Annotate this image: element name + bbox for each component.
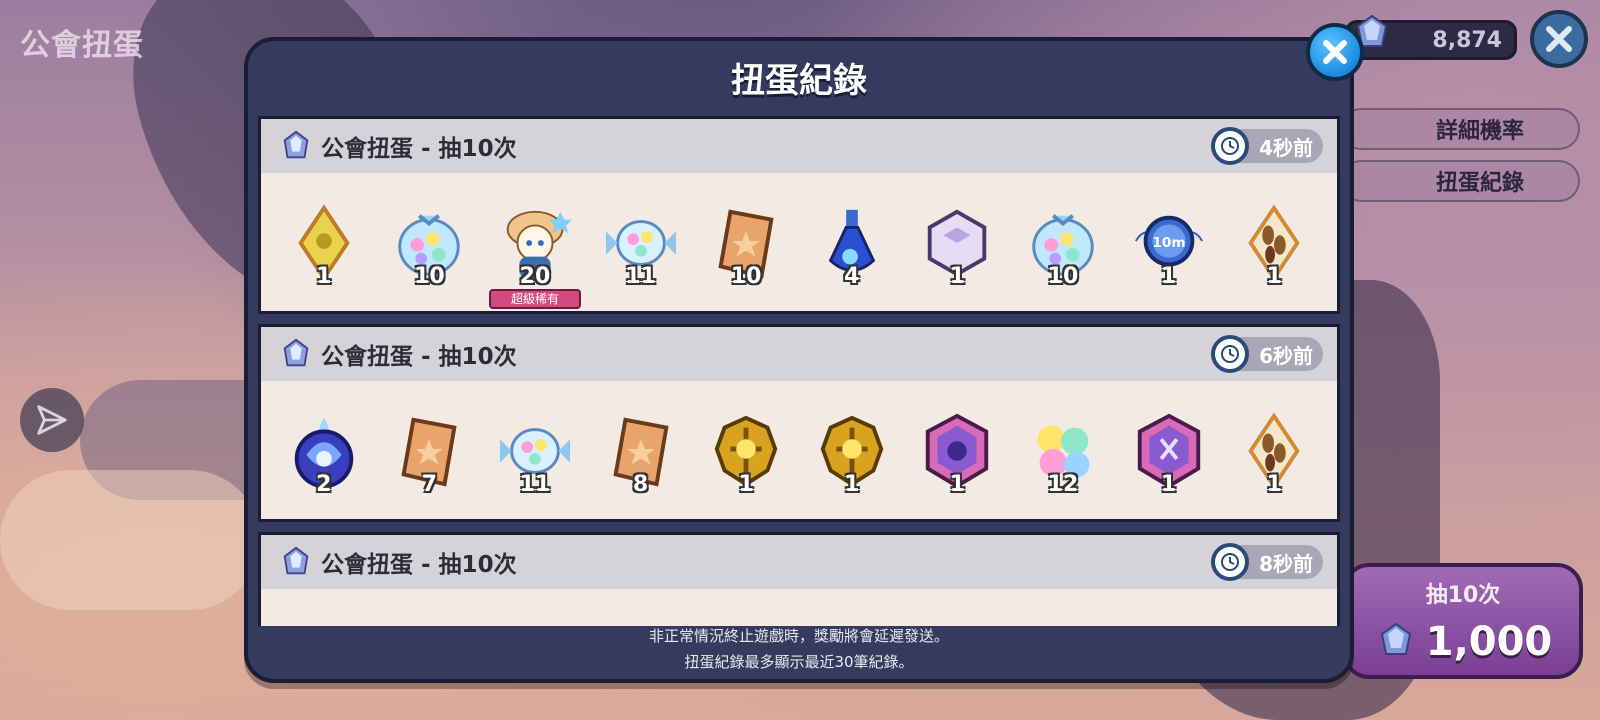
item-qty: 7: [421, 472, 438, 497]
item-qty: 2: [316, 472, 332, 497]
close-icon: [1323, 40, 1347, 64]
record-title: 公會扭蛋 - 抽10次: [321, 344, 517, 370]
background-cloud: [0, 470, 260, 610]
item-qty: 10: [414, 264, 445, 289]
record-time: 6秒前: [1211, 335, 1323, 373]
reward-item[interactable]: 10: [381, 183, 477, 303]
record-title: 公會扭蛋 - 抽10次: [321, 552, 517, 578]
record-time-text: 6秒前: [1259, 343, 1313, 368]
reward-item[interactable]: 1: [909, 183, 1005, 303]
footer-notice-limit: 扭蛋紀錄最多顯示最近30筆紀錄。: [684, 653, 914, 671]
item-qty: 10: [1047, 264, 1079, 289]
item-qty: 1: [738, 472, 754, 497]
reward-item[interactable]: 4: [804, 183, 900, 303]
item-qty: 11: [625, 264, 656, 289]
draw-10-label: 抽10次: [1425, 583, 1501, 608]
close-modal-button[interactable]: [1306, 23, 1364, 81]
crystal-gem-icon: [283, 546, 309, 575]
record-header: 公會扭蛋 - 抽10次 8秒前: [261, 535, 1337, 589]
record-time: 4秒前: [1211, 127, 1323, 165]
reward-item[interactable]: 1: [276, 183, 372, 303]
item-qty: 1: [844, 472, 860, 497]
record-header: 公會扭蛋 - 抽10次 4秒前: [261, 119, 1337, 173]
reward-item[interactable]: 1: [1226, 391, 1322, 511]
page-title: 公會扭蛋: [20, 28, 144, 63]
record-title: 公會扭蛋 - 抽10次: [321, 136, 517, 162]
item-qty: 1: [1266, 264, 1282, 289]
clock-icon: [1211, 543, 1249, 581]
reward-items: 1 10 20 超級稀有 11 10 4 1 10 10m 1 1: [261, 173, 1337, 313]
reward-item[interactable]: 10m 1: [1121, 183, 1217, 303]
item-qty: 8: [632, 472, 649, 497]
item-qty: 20: [519, 264, 551, 289]
record-header: 公會扭蛋 - 抽10次 6秒前: [261, 327, 1337, 381]
draw-price: 1,000: [1347, 619, 1579, 665]
close-page-button[interactable]: [1530, 10, 1588, 68]
reward-item[interactable]: 8: [593, 391, 689, 511]
share-button[interactable]: [20, 388, 84, 452]
crystal-gem-icon: [1380, 622, 1411, 655]
currency-amount: 8,874: [1432, 27, 1502, 53]
detail-rates-label: 詳細機率: [1435, 119, 1524, 144]
reward-item[interactable]: 7: [381, 391, 477, 511]
item-qty: 1: [316, 264, 332, 289]
modal-title: 扭蛋紀錄: [731, 61, 867, 101]
item-qty: 4: [844, 264, 860, 289]
close-icon: [1546, 26, 1572, 52]
item-qty: 1: [1160, 472, 1177, 497]
item-qty: 11: [519, 472, 551, 497]
record-card: 公會扭蛋 - 抽10次 4秒前 1 10 20 超級稀有 11 10 4 1 1…: [258, 116, 1340, 314]
reward-item[interactable]: 1: [1121, 391, 1217, 511]
draw-history-button[interactable]: 扭蛋紀錄: [1340, 160, 1580, 202]
crystal-gem-icon: [283, 130, 309, 159]
record-card: 公會扭蛋 - 抽10次 6秒前 2 7 11 8 1 1 1 12 1 1: [258, 324, 1340, 522]
clock-icon: [1211, 127, 1249, 165]
item-qty: 1: [949, 472, 966, 497]
rarity-badge: 超級稀有: [488, 289, 581, 309]
reward-item[interactable]: 12: [1015, 391, 1111, 511]
reward-items: 2 7 11 8 1 1 1 12 1 1: [261, 381, 1337, 521]
item-qty: 10: [730, 264, 762, 289]
reward-item[interactable]: 10: [698, 183, 794, 303]
modal-footer: 非正常情況終止遊戲時，獎勵將會延遲發送。 扭蛋紀錄最多顯示最近30筆紀錄。: [248, 619, 1350, 679]
reward-item[interactable]: 1: [804, 391, 900, 511]
record-time-text: 4秒前: [1259, 135, 1313, 160]
footer-notice-delay: 非正常情況終止遊戲時，獎勵將會延遲發送。: [648, 627, 949, 645]
item-qty: 1: [949, 264, 966, 289]
svg-text:10m: 10m: [1152, 235, 1185, 251]
reward-item[interactable]: 20 超級稀有: [487, 183, 583, 309]
draw-history-label: 扭蛋紀錄: [1435, 171, 1524, 196]
reward-item[interactable]: 11: [487, 391, 583, 511]
draw-price-value: 1,000: [1425, 619, 1553, 665]
record-card: 公會扭蛋 - 抽10次 8秒前: [258, 532, 1340, 626]
reward-item[interactable]: 1: [909, 391, 1005, 511]
draw-history-modal: 扭蛋紀錄 公會扭蛋 - 抽10次 4秒前 1 10 20 超級稀有 11 10 …: [244, 37, 1354, 683]
draw-10-button[interactable]: 抽10次 1,000: [1343, 563, 1583, 679]
reward-item[interactable]: 2: [276, 391, 372, 511]
reward-item[interactable]: 1: [1226, 183, 1322, 303]
crystal-gem-icon: [283, 338, 309, 367]
reward-item[interactable]: 10: [1015, 183, 1111, 303]
reward-item[interactable]: 11: [593, 183, 689, 303]
reward-item[interactable]: 1: [698, 391, 794, 511]
detail-rates-button[interactable]: 詳細機率: [1340, 108, 1580, 150]
item-qty: 12: [1047, 472, 1079, 497]
record-time-text: 8秒前: [1259, 551, 1313, 576]
record-time: 8秒前: [1211, 543, 1323, 581]
item-qty: 1: [1160, 264, 1177, 289]
clock-icon: [1211, 335, 1249, 373]
record-list[interactable]: 公會扭蛋 - 抽10次 4秒前 1 10 20 超級稀有 11 10 4 1 1…: [258, 116, 1340, 626]
send-icon: [37, 405, 67, 435]
item-qty: 1: [1266, 472, 1282, 497]
